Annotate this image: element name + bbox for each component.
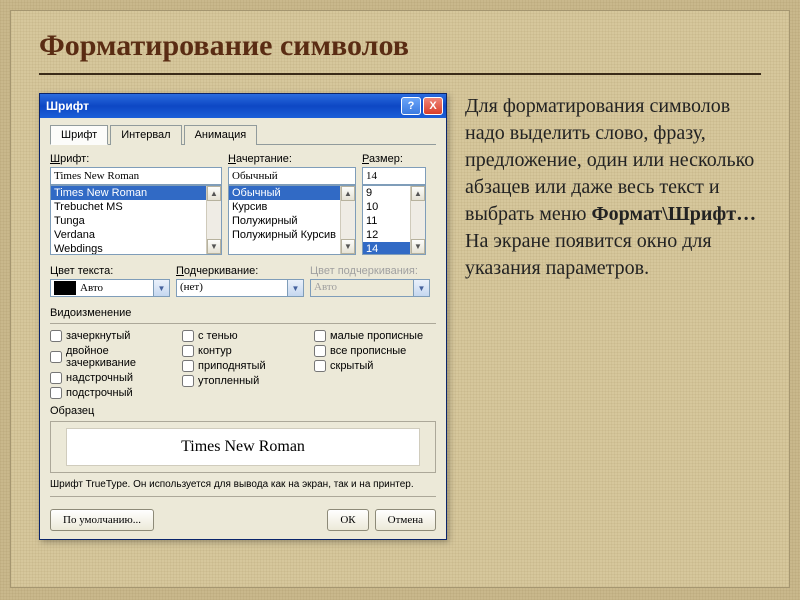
scrollbar[interactable]: ▲▼ bbox=[206, 186, 221, 254]
style-col: Начертание: Обычный Курсив Полужирный По… bbox=[228, 153, 356, 255]
list-item[interactable]: Полужирный bbox=[229, 214, 355, 228]
effects-checks: зачеркнутый двойное зачеркивание надстро… bbox=[50, 330, 436, 399]
content-row: Шрифт ? X Шрифт Интервал Анимация Шрифт: bbox=[39, 93, 761, 540]
scroll-down-icon[interactable]: ▼ bbox=[411, 239, 425, 254]
list-item[interactable]: Trebuchet MS bbox=[51, 200, 221, 214]
size-input[interactable] bbox=[362, 167, 426, 185]
description-text: Для форматирования символов надо выделит… bbox=[465, 93, 761, 540]
tab-animation[interactable]: Анимация bbox=[184, 125, 258, 145]
list-item[interactable]: Webdings bbox=[51, 242, 221, 255]
para-bold: Формат\Шрифт… bbox=[591, 203, 756, 225]
check-engrave[interactable]: утопленный bbox=[182, 375, 304, 387]
list-item[interactable]: Tunga bbox=[51, 214, 221, 228]
dialog-body: Шрифт Интервал Анимация Шрифт: Times New… bbox=[40, 118, 446, 539]
list-item[interactable]: Полужирный Курсив bbox=[229, 228, 355, 242]
close-button[interactable]: X bbox=[423, 97, 443, 115]
style-listbox[interactable]: Обычный Курсив Полужирный Полужирный Кур… bbox=[228, 185, 356, 255]
style-input[interactable] bbox=[228, 167, 356, 185]
tab-interval[interactable]: Интервал bbox=[110, 125, 181, 145]
font-listbox[interactable]: Times New Roman Trebuchet MS Tunga Verda… bbox=[50, 185, 222, 255]
scroll-up-icon[interactable]: ▲ bbox=[411, 186, 425, 201]
font-input[interactable] bbox=[50, 167, 222, 185]
separator bbox=[50, 323, 436, 324]
underline-label: Подчеркивание: bbox=[176, 265, 304, 277]
effects-label: Видоизменение bbox=[50, 307, 436, 319]
chevron-down-icon[interactable]: ▼ bbox=[154, 279, 170, 297]
slide: Форматирование символов Шрифт ? X Шрифт … bbox=[10, 10, 790, 588]
underline-col: Подчеркивание: (нет) ▼ bbox=[176, 265, 304, 297]
style-label: Начертание: bbox=[228, 153, 356, 165]
checks-col-3: малые прописные все прописные скрытый bbox=[314, 330, 436, 399]
slide-title: Форматирование символов bbox=[39, 29, 761, 63]
font-row: Шрифт: Times New Roman Trebuchet MS Tung… bbox=[50, 153, 436, 255]
underline-color-col: Цвет подчеркивания: Авто ▼ bbox=[310, 265, 430, 297]
check-allcaps[interactable]: все прописные bbox=[314, 345, 436, 357]
size-label: Размер: bbox=[362, 153, 426, 165]
scrollbar[interactable]: ▲▼ bbox=[410, 186, 425, 254]
list-item[interactable]: Verdana bbox=[51, 228, 221, 242]
title-rule bbox=[39, 73, 761, 75]
check-superscript[interactable]: надстрочный bbox=[50, 372, 172, 384]
titlebar[interactable]: Шрифт ? X bbox=[40, 94, 446, 118]
font-label: Шрифт: bbox=[50, 153, 222, 165]
checks-col-2: с тенью контур приподнятый утопленный bbox=[182, 330, 304, 399]
ok-button[interactable]: ОК bbox=[327, 509, 368, 531]
underline-color-combo: Авто ▼ bbox=[310, 279, 430, 297]
chevron-down-icon: ▼ bbox=[414, 279, 430, 297]
check-emboss[interactable]: приподнятый bbox=[182, 360, 304, 372]
help-button[interactable]: ? bbox=[401, 97, 421, 115]
list-item[interactable]: Курсив bbox=[229, 200, 355, 214]
help-icon: ? bbox=[408, 100, 415, 112]
font-col: Шрифт: Times New Roman Trebuchet MS Tung… bbox=[50, 153, 222, 255]
scroll-down-icon[interactable]: ▼ bbox=[207, 239, 221, 254]
scrollbar[interactable]: ▲▼ bbox=[340, 186, 355, 254]
scroll-up-icon[interactable]: ▲ bbox=[341, 186, 355, 201]
button-row: По умолчанию... ОК Отмена bbox=[50, 503, 436, 531]
checks-col-1: зачеркнутый двойное зачеркивание надстро… bbox=[50, 330, 172, 399]
color-swatch-icon bbox=[54, 281, 76, 295]
preview-text: Times New Roman bbox=[66, 428, 419, 466]
scroll-up-icon[interactable]: ▲ bbox=[207, 186, 221, 201]
color-row: Цвет текста: Авто ▼ Подчеркивание: (нет)… bbox=[50, 265, 436, 297]
preview-box: Times New Roman bbox=[50, 421, 436, 473]
list-item[interactable]: Times New Roman bbox=[51, 186, 221, 200]
cancel-button[interactable]: Отмена bbox=[375, 509, 436, 531]
underline-combo[interactable]: (нет) ▼ bbox=[176, 279, 304, 297]
check-hidden[interactable]: скрытый bbox=[314, 360, 436, 372]
para-tail: На экране появится окно для указания пар… bbox=[465, 230, 712, 279]
default-button[interactable]: По умолчанию... bbox=[50, 509, 154, 531]
underline-color-label: Цвет подчеркивания: bbox=[310, 265, 430, 277]
size-col: Размер: 9 10 11 12 14 ▲▼ bbox=[362, 153, 426, 255]
text-color-combo[interactable]: Авто ▼ bbox=[50, 279, 170, 297]
font-dialog: Шрифт ? X Шрифт Интервал Анимация Шрифт: bbox=[39, 93, 447, 540]
text-color-col: Цвет текста: Авто ▼ bbox=[50, 265, 170, 297]
check-double-strike[interactable]: двойное зачеркивание bbox=[50, 345, 172, 369]
dialog-title: Шрифт bbox=[46, 99, 89, 113]
close-icon: X bbox=[429, 100, 436, 112]
list-item[interactable]: Обычный bbox=[229, 186, 355, 200]
size-listbox[interactable]: 9 10 11 12 14 ▲▼ bbox=[362, 185, 426, 255]
check-smallcaps[interactable]: малые прописные bbox=[314, 330, 436, 342]
scroll-down-icon[interactable]: ▼ bbox=[341, 239, 355, 254]
tab-font[interactable]: Шрифт bbox=[50, 125, 108, 145]
text-color-label: Цвет текста: bbox=[50, 265, 170, 277]
check-strikethrough[interactable]: зачеркнутый bbox=[50, 330, 172, 342]
check-subscript[interactable]: подстрочный bbox=[50, 387, 172, 399]
chevron-down-icon[interactable]: ▼ bbox=[288, 279, 304, 297]
preview-label: Образец bbox=[50, 405, 436, 417]
check-outline[interactable]: контур bbox=[182, 345, 304, 357]
tabs: Шрифт Интервал Анимация bbox=[50, 124, 436, 145]
check-shadow[interactable]: с тенью bbox=[182, 330, 304, 342]
separator bbox=[50, 496, 436, 497]
font-hint: Шрифт TrueType. Он используется для выво… bbox=[50, 479, 436, 490]
